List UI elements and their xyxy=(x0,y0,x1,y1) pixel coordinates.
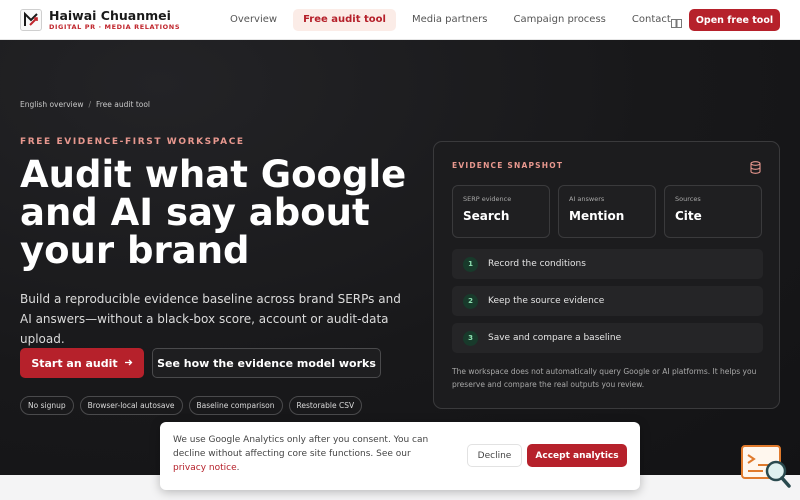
nav-overview[interactable]: Overview xyxy=(220,9,287,31)
arrow-right-icon xyxy=(124,357,133,370)
step-number: 3 xyxy=(463,330,478,346)
tile-label: SERP evidence xyxy=(463,195,512,203)
cookie-banner: We use Google Analytics only after you c… xyxy=(160,422,640,490)
privacy-notice-link[interactable]: privacy notice xyxy=(173,463,237,473)
hero-eyebrow: FREE EVIDENCE-FIRST WORKSPACE xyxy=(20,137,245,147)
tile-label: AI answers xyxy=(569,195,605,203)
pill-baseline-comparison: Baseline comparison xyxy=(188,396,283,415)
nav-campaign-process[interactable]: Campaign process xyxy=(503,9,615,31)
nav-media-partners[interactable]: Media partners xyxy=(402,9,498,31)
breadcrumb-current: Free audit tool xyxy=(96,100,151,109)
pill-restorable-csv: Restorable CSV xyxy=(288,396,363,415)
step-text: Save and compare a baseline xyxy=(488,333,622,343)
tile-value: Mention xyxy=(569,209,625,223)
translate-icon[interactable] xyxy=(671,14,682,28)
feature-pills: No signup Browser-local autosave Baselin… xyxy=(20,396,363,415)
start-audit-button[interactable]: Start an audit xyxy=(20,348,144,378)
step-item: 2 Keep the source evidence xyxy=(452,286,763,316)
evidence-model-button[interactable]: See how the evidence model works xyxy=(152,348,381,378)
evidence-snapshot-card: EVIDENCE SNAPSHOT SERP evidence Search A… xyxy=(433,141,780,409)
tile-sources: Sources Cite xyxy=(664,185,762,238)
step-number: 2 xyxy=(463,293,478,309)
page-title: Audit what Google and AI say about your … xyxy=(20,153,407,272)
site-header: Haiwai Chuanmei DIGITAL PR · MEDIA RELAT… xyxy=(0,0,800,40)
step-item: 1 Record the conditions xyxy=(452,249,763,279)
breadcrumb: English overview / Free audit tool xyxy=(20,100,150,109)
open-free-tool-button[interactable]: Open free tool xyxy=(689,9,780,31)
hero-lede: Build a reproducible evidence baseline a… xyxy=(20,292,401,346)
search-analytics-icon[interactable] xyxy=(741,444,791,489)
cookie-text: We use Google Analytics only after you c… xyxy=(173,435,429,459)
snapshot-title: EVIDENCE SNAPSHOT xyxy=(452,161,564,170)
decline-button[interactable]: Decline xyxy=(467,444,522,467)
database-icon xyxy=(750,159,761,174)
snapshot-steps: 1 Record the conditions 2 Keep the sourc… xyxy=(452,249,763,353)
tile-value: Search xyxy=(463,209,510,223)
tile-label: Sources xyxy=(675,195,701,203)
snapshot-tiles: SERP evidence Search AI answers Mention … xyxy=(452,185,762,238)
cookie-text-end: . xyxy=(236,463,240,473)
snapshot-note: The workspace does not automatically que… xyxy=(452,367,757,389)
tile-ai-answers: AI answers Mention xyxy=(558,185,656,238)
cookie-message: We use Google Analytics only after you c… xyxy=(173,433,438,475)
breadcrumb-english-overview[interactable]: English overview xyxy=(20,100,83,109)
step-text: Keep the source evidence xyxy=(488,296,605,306)
pill-autosave: Browser-local autosave xyxy=(79,396,183,415)
main-nav: Overview Free audit tool Media partners … xyxy=(220,9,681,31)
step-number: 1 xyxy=(463,256,478,272)
brand[interactable]: Haiwai Chuanmei DIGITAL PR · MEDIA RELAT… xyxy=(49,9,180,32)
start-audit-label: Start an audit xyxy=(31,356,118,370)
brand-tagline: DIGITAL PR · MEDIA RELATIONS xyxy=(49,23,181,31)
pill-no-signup: No signup xyxy=(20,396,74,415)
step-item: 3 Save and compare a baseline xyxy=(452,323,763,353)
breadcrumb-separator: / xyxy=(88,100,91,109)
tile-value: Cite xyxy=(675,209,702,223)
step-text: Record the conditions xyxy=(488,259,586,269)
logo-icon[interactable] xyxy=(20,9,42,31)
tile-serp-evidence: SERP evidence Search xyxy=(452,185,550,238)
brand-name: Haiwai Chuanmei xyxy=(49,8,171,23)
nav-free-audit-tool[interactable]: Free audit tool xyxy=(293,9,396,31)
accept-analytics-button[interactable]: Accept analytics xyxy=(527,444,627,467)
